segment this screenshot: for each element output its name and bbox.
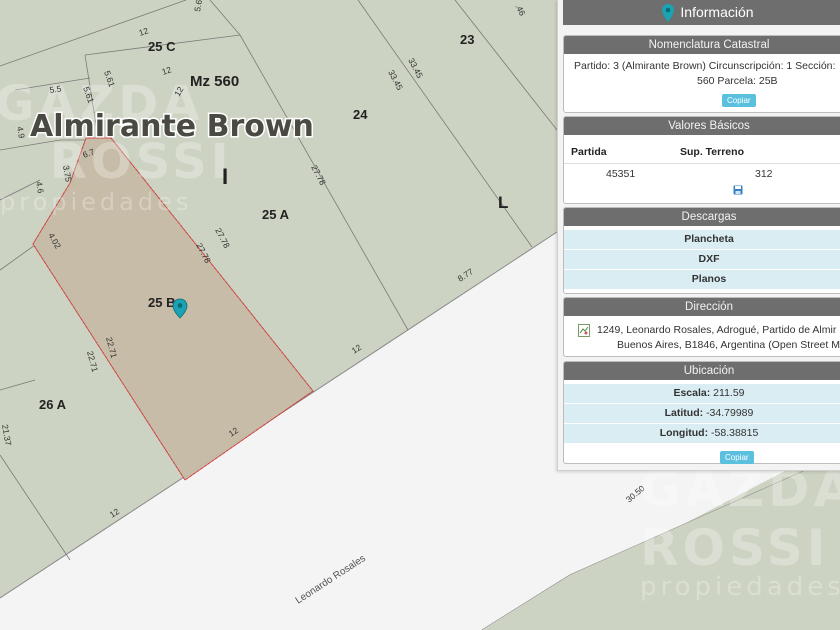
download-plancheta-link[interactable]: Plancheta xyxy=(564,230,840,250)
block-label-24: 24 xyxy=(353,107,368,122)
partida-value: 45351 xyxy=(606,168,636,180)
sup-value: 312 xyxy=(755,168,773,180)
col-partida-header: Partida xyxy=(571,146,607,158)
download-dxf-link[interactable]: DXF xyxy=(564,250,840,270)
watermark-bottom-2: ROSSI xyxy=(640,519,829,577)
info-panel: Información Nomenclatura Catastral Parti… xyxy=(557,0,840,471)
map-document-icon xyxy=(578,324,590,337)
copy-ubicacion-button[interactable]: Copiar xyxy=(720,451,754,464)
copy-nomenclatura-button[interactable]: Copiar xyxy=(722,94,756,107)
valores-header: Valores Básicos xyxy=(564,117,840,135)
nomenclatura-header: Nomenclatura Catastral xyxy=(564,36,840,54)
escala-label: Escala: xyxy=(673,387,711,399)
block-label-25b: 25 B xyxy=(148,295,175,310)
longitud-value: -58.38815 xyxy=(711,427,759,439)
dimension-label: 4.9 xyxy=(15,126,27,140)
panel-title-bar: Información xyxy=(563,0,840,25)
location-pin-icon xyxy=(662,4,675,23)
section-nomenclatura: Nomenclatura Catastral Partido: 3 (Almir… xyxy=(563,35,840,113)
direccion-header: Dirección xyxy=(564,298,840,316)
section-direccion: Dirección 1249, Leonardo Rosales, Adrogu… xyxy=(563,297,840,357)
download-planos-link[interactable]: Planos xyxy=(564,270,840,290)
block-label-25a: 25 A xyxy=(262,207,290,222)
longitud-label: Longitud: xyxy=(659,427,709,439)
save-icon[interactable] xyxy=(733,185,743,195)
section-valores: Valores Básicos Partida Sup. Terreno 453… xyxy=(563,116,840,204)
dimension-label: 5.5 xyxy=(49,83,62,95)
section-label-i: I xyxy=(222,164,228,189)
direccion-line1: 1249, Leonardo Rosales, Adrogué, Partido… xyxy=(597,324,837,336)
latitud-label: Latitud: xyxy=(664,407,704,419)
escala-value: 211.59 xyxy=(713,387,745,399)
panel-title: Información xyxy=(680,4,754,20)
nomenclatura-line2: 560 Parcela: 25B xyxy=(697,75,778,87)
ubicacion-header: Ubicación xyxy=(564,362,840,380)
latitud-row: Latitud: -34.79989 xyxy=(564,404,840,424)
section-label-l: L xyxy=(498,193,508,212)
watermark-bottom-3: propiedades xyxy=(640,572,840,602)
block-label-23: 23 xyxy=(460,32,474,47)
block-label-25c: 25 C xyxy=(148,39,176,54)
watermark-top-3: propiedades xyxy=(0,188,192,216)
direccion-line2: Buenos Aires, B1846, Argentina (Open Str… xyxy=(617,339,840,351)
longitud-row: Longitud: -58.38815 xyxy=(564,424,840,444)
section-ubicacion: Ubicación Escala: 211.59 Latitud: -34.79… xyxy=(563,361,840,464)
latitud-value: -34.79989 xyxy=(706,407,754,419)
dimension-label: 4.6 xyxy=(34,181,46,195)
col-sup-header: Sup. Terreno xyxy=(680,146,744,158)
nomenclatura-line1: Partido: 3 (Almirante Brown) Circunscrip… xyxy=(574,60,836,72)
escala-row: Escala: 211.59 xyxy=(564,384,840,404)
block-label-mz560: Mz 560 xyxy=(190,73,239,90)
block-label-26a: 26 A xyxy=(39,397,67,412)
section-descargas: Descargas Plancheta DXF Planos xyxy=(563,207,840,294)
district-label: Almirante Brown xyxy=(30,109,314,144)
descargas-header: Descargas xyxy=(564,208,840,226)
